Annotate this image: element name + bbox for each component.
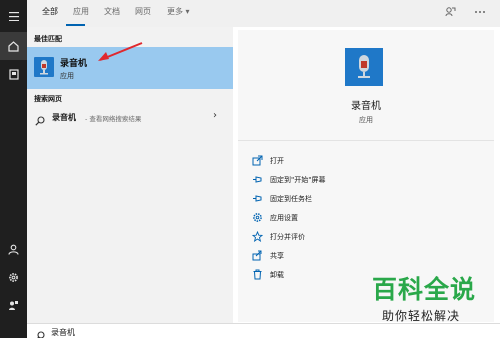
results-list: 最佳匹配 录音机 应用 搜索网页 录音机 - 查看网络搜索结果 ›: [27, 27, 233, 323]
account-icon[interactable]: [0, 235, 27, 263]
app-name: 录音机: [351, 101, 381, 112]
voice-recorder-large-icon: [345, 48, 383, 86]
web-search-description: - 查看网络搜索结果: [85, 115, 142, 123]
divider: [238, 140, 494, 141]
web-search-result[interactable]: 录音机 - 查看网络搜索结果 ›: [27, 109, 233, 126]
action-rate-review[interactable]: 打分并评价: [252, 230, 452, 244]
feedback-icon[interactable]: [0, 291, 27, 319]
best-match-title: 录音机: [60, 59, 88, 69]
share-icon: [252, 250, 262, 261]
app-type: 应用: [359, 116, 373, 124]
voice-recorder-icon: [34, 57, 54, 77]
left-rail: [0, 0, 27, 338]
web-search-heading: 搜索网页: [34, 95, 62, 103]
action-pin-to-taskbar[interactable]: 固定到任务栏: [252, 192, 452, 206]
feedback-person-icon[interactable]: [445, 6, 456, 21]
action-share[interactable]: 共享: [252, 249, 452, 263]
action-app-settings[interactable]: 应用设置: [252, 211, 452, 225]
action-open[interactable]: 打开: [252, 154, 452, 168]
best-match-subtitle: 应用: [60, 72, 74, 80]
action-pin-to-start[interactable]: 固定到"开始"屏幕: [252, 173, 452, 187]
watermark-title: 百科全说: [372, 275, 477, 304]
active-tab-indicator: [66, 24, 85, 26]
tab-apps[interactable]: 应用: [73, 7, 89, 17]
star-icon: [252, 231, 263, 242]
home-icon[interactable]: [0, 32, 27, 60]
trash-icon: [253, 269, 262, 280]
collection-icon[interactable]: [0, 60, 27, 88]
tab-documents[interactable]: 文档: [104, 7, 120, 17]
chevron-right-icon[interactable]: ›: [213, 110, 217, 121]
tab-more[interactable]: 更多 ▾: [167, 7, 190, 17]
gear-icon: [253, 213, 262, 222]
search-box[interactable]: 录音机: [27, 323, 500, 338]
search-icon: [35, 326, 45, 338]
annotation-arrow-icon: [98, 42, 143, 61]
pin-icon: [253, 176, 262, 183]
search-input[interactable]: 录音机: [51, 327, 75, 338]
best-match-heading: 最佳匹配: [34, 35, 62, 43]
search-icon: [35, 111, 45, 130]
menu-icon[interactable]: [0, 2, 27, 30]
settings-gear-icon[interactable]: [0, 263, 27, 291]
web-search-query: 录音机: [52, 113, 76, 122]
search-scope-tabs: 全部 应用 文档 网页 更多 ▾: [27, 0, 500, 27]
watermark-subtitle: 助你轻松解决: [382, 309, 461, 323]
tab-web[interactable]: 网页: [135, 7, 151, 17]
more-options-icon[interactable]: [474, 6, 486, 18]
tab-all[interactable]: 全部: [42, 7, 58, 17]
pin-icon: [253, 195, 262, 202]
open-icon: [252, 155, 263, 166]
